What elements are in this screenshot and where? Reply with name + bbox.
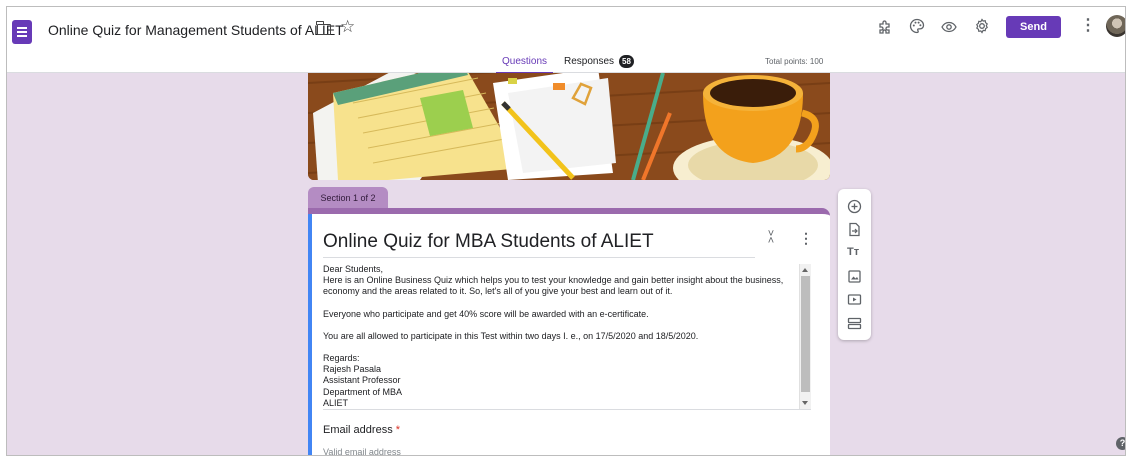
document-title[interactable]: Online Quiz for Management Students of A… [48, 22, 344, 38]
section-label-tab: Section 1 of 2 [308, 187, 388, 209]
scroll-up-arrow-icon[interactable] [802, 268, 808, 272]
desc-institute: ALIET [323, 397, 349, 408]
description-scrollbar[interactable] [799, 264, 811, 409]
form-title[interactable]: Online Quiz for MBA Students of ALIET [323, 231, 654, 253]
focus-indicator-bar [308, 214, 312, 455]
import-questions-icon[interactable] [847, 222, 862, 237]
email-label-text: Email address [323, 424, 393, 436]
add-title-icon[interactable]: Tт [847, 245, 862, 260]
help-icon[interactable]: ? [1116, 437, 1125, 450]
settings-gear-icon[interactable] [974, 18, 990, 34]
desc-intro: Here is an Online Business Quiz which he… [323, 275, 784, 297]
desc-certificate: Everyone who participate and get 40% sco… [323, 308, 649, 319]
email-address-label: Email address * [323, 424, 400, 436]
add-section-icon[interactable] [847, 316, 862, 331]
description-underline [323, 409, 811, 410]
star-icon[interactable]: ☆ [340, 18, 355, 35]
app-window: Online Quiz for Management Students of A… [6, 6, 1126, 456]
add-image-icon[interactable] [847, 269, 862, 284]
title-underline [323, 257, 755, 258]
send-button[interactable]: Send [1006, 16, 1061, 38]
desc-designation: Assistant Professor [323, 375, 401, 386]
email-input[interactable] [323, 445, 623, 455]
desc-department: Department of MBA [323, 386, 403, 397]
card-more-vert-icon[interactable]: ⋮ [799, 231, 813, 245]
add-question-icon[interactable] [847, 199, 862, 214]
required-asterisk: * [395, 424, 401, 436]
avatar[interactable] [1106, 15, 1125, 37]
collapse-chevrons-icon[interactable]: ˅ ˄ [766, 228, 776, 246]
responses-count-badge: 58 [619, 55, 634, 68]
preview-eye-icon[interactable] [941, 19, 957, 35]
side-toolbar: Tт [838, 189, 871, 340]
desc-name: Rajesh Pasala [323, 364, 382, 375]
form-description[interactable]: Dear Students, Here is an Online Busines… [323, 264, 799, 409]
more-vert-icon[interactable]: ⋮ [1080, 18, 1096, 34]
palette-icon[interactable] [909, 18, 925, 34]
scroll-down-arrow-icon[interactable] [802, 401, 808, 405]
scroll-thumb[interactable] [801, 276, 810, 392]
forms-app-icon[interactable] [12, 20, 32, 44]
tab-responses[interactable]: Responses [564, 56, 614, 68]
add-video-icon[interactable] [847, 292, 862, 307]
desc-greeting: Dear Students, [323, 264, 384, 274]
top-header: Online Quiz for Management Students of A… [7, 7, 1125, 74]
desc-regards: Regards: [323, 353, 360, 364]
addon-puzzle-icon[interactable] [877, 19, 893, 35]
desc-dates: You are all allowed to participate in th… [323, 330, 699, 341]
total-points: Total points: 100 [765, 57, 824, 66]
header-banner-image [308, 73, 830, 180]
tab-questions[interactable]: Questions [495, 56, 554, 74]
folder-icon[interactable] [316, 21, 331, 35]
